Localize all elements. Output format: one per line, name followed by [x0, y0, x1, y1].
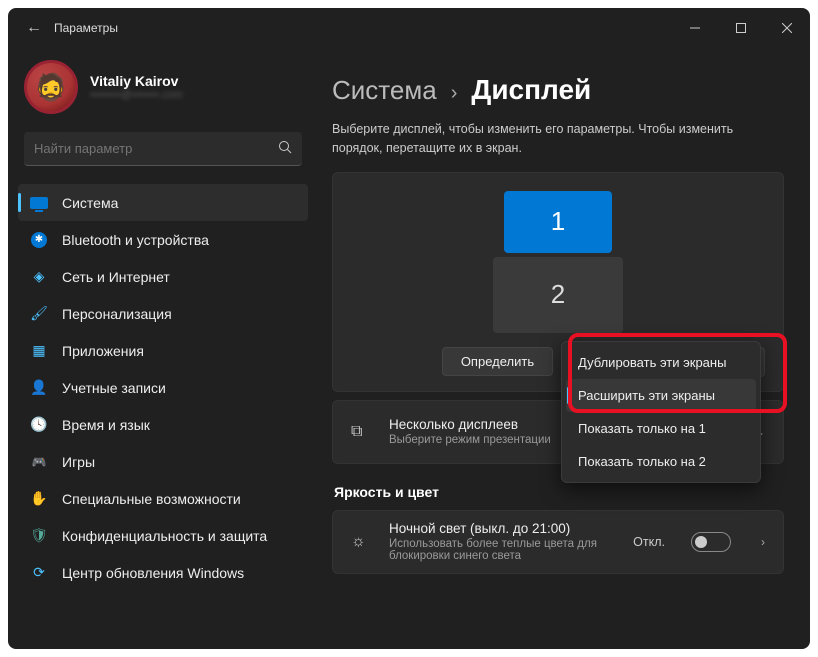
chevron-right-icon: ›: [451, 82, 458, 105]
display-tile-2[interactable]: 2: [493, 257, 623, 333]
breadcrumb: Система › Дисплей: [332, 74, 784, 106]
sidebar-item-accessibility[interactable]: ✋ Специальные возможности: [18, 480, 308, 517]
minimize-button[interactable]: [672, 8, 718, 48]
brush-icon: 🖌: [30, 305, 48, 323]
wifi-icon: ◈: [30, 268, 48, 286]
display-arrangement-panel: 1 2 Определить Расширить эти экраны ⌄ Ду…: [332, 172, 784, 392]
identify-button[interactable]: Определить: [442, 347, 553, 376]
gamepad-icon: 🎮: [30, 453, 48, 471]
sidebar-item-gaming[interactable]: 🎮 Игры: [18, 443, 308, 480]
night-light-row[interactable]: ☼ Ночной свет (выкл. до 21:00) Использов…: [332, 510, 784, 574]
monitor-icon: [30, 194, 48, 212]
sidebar-item-personalization[interactable]: 🖌 Персонализация: [18, 295, 308, 332]
toggle-state-label: Откл.: [633, 535, 665, 549]
sidebar-item-apps[interactable]: ▦ Приложения: [18, 332, 308, 369]
sidebar-item-update[interactable]: ⟳ Центр обновления Windows: [18, 554, 308, 591]
close-icon: [782, 23, 792, 33]
sidebar-item-system[interactable]: Система: [18, 184, 308, 221]
user-icon: 👤: [30, 379, 48, 397]
night-light-toggle[interactable]: [691, 532, 731, 552]
sidebar-item-label: Система: [62, 195, 118, 211]
window-controls: [672, 8, 810, 48]
sidebar-item-bluetooth[interactable]: ✱ Bluetooth и устройства: [18, 221, 308, 258]
display-tile-1[interactable]: 1: [504, 191, 612, 253]
profile-block[interactable]: 🧔 Vitaliy Kairov ••••••••@•••••••.com: [18, 56, 308, 132]
apps-icon: ▦: [30, 342, 48, 360]
mode-option-only2[interactable]: Показать только на 2: [566, 445, 756, 478]
profile-name: Vitaliy Kairov: [90, 73, 183, 89]
maximize-button[interactable]: [718, 8, 764, 48]
sidebar-item-label: Время и язык: [62, 417, 150, 433]
sidebar-item-label: Bluetooth и устройства: [62, 232, 209, 248]
search-box[interactable]: [24, 132, 302, 166]
clock-icon: 🕓: [30, 416, 48, 434]
maximize-icon: [736, 23, 746, 33]
sidebar-item-label: Сеть и Интернет: [62, 269, 170, 285]
sidebar-item-label: Персонализация: [62, 306, 172, 322]
mode-option-duplicate[interactable]: Дублировать эти экраны: [566, 346, 756, 379]
page-title: Дисплей: [471, 74, 591, 106]
sidebar-item-label: Центр обновления Windows: [62, 565, 244, 581]
multi-display-icon: ⧉: [351, 423, 373, 441]
search-icon: [278, 140, 292, 157]
chevron-right-icon[interactable]: ›: [761, 535, 765, 549]
bluetooth-icon: ✱: [30, 231, 48, 249]
update-icon: ⟳: [30, 564, 48, 582]
main-content: Система › Дисплей Выберите дисплей, чтоб…: [318, 48, 810, 649]
titlebar: ← Параметры: [8, 8, 810, 48]
window-title: Параметры: [54, 21, 118, 35]
sidebar-item-label: Специальные возможности: [62, 491, 241, 507]
sidebar-item-label: Игры: [62, 454, 95, 470]
avatar: 🧔: [24, 60, 78, 114]
shield-icon: 🛡: [30, 527, 48, 545]
section-heading: Яркость и цвет: [334, 484, 784, 500]
sidebar: 🧔 Vitaliy Kairov ••••••••@•••••••.com Си…: [8, 48, 318, 649]
search-input[interactable]: [34, 141, 278, 156]
sun-icon: ☼: [351, 533, 373, 551]
help-text: Выберите дисплей, чтобы изменить его пар…: [332, 120, 772, 158]
accessibility-icon: ✋: [30, 490, 48, 508]
settings-window: ← Параметры 🧔 Vitaliy Kairov ••••••••@••…: [8, 8, 810, 649]
mode-option-extend[interactable]: Расширить эти экраны: [566, 379, 756, 412]
mode-option-only1[interactable]: Показать только на 1: [566, 412, 756, 445]
sidebar-item-label: Учетные записи: [62, 380, 166, 396]
sidebar-item-time[interactable]: 🕓 Время и язык: [18, 406, 308, 443]
display-mode-menu: Дублировать эти экраны Расширить эти экр…: [561, 341, 761, 483]
sidebar-item-label: Конфиденциальность и защита: [62, 528, 267, 544]
setting-subtitle: Использовать более теплые цвета для блок…: [389, 538, 617, 562]
back-button[interactable]: ←: [18, 19, 50, 37]
minimize-icon: [690, 23, 700, 33]
sidebar-item-label: Приложения: [62, 343, 144, 359]
setting-title: Ночной свет (выкл. до 21:00): [389, 521, 617, 536]
close-button[interactable]: [764, 8, 810, 48]
breadcrumb-parent[interactable]: Система: [332, 75, 437, 106]
sidebar-item-privacy[interactable]: 🛡 Конфиденциальность и защита: [18, 517, 308, 554]
profile-email: ••••••••@•••••••.com: [90, 89, 183, 101]
sidebar-item-network[interactable]: ◈ Сеть и Интернет: [18, 258, 308, 295]
sidebar-item-accounts[interactable]: 👤 Учетные записи: [18, 369, 308, 406]
